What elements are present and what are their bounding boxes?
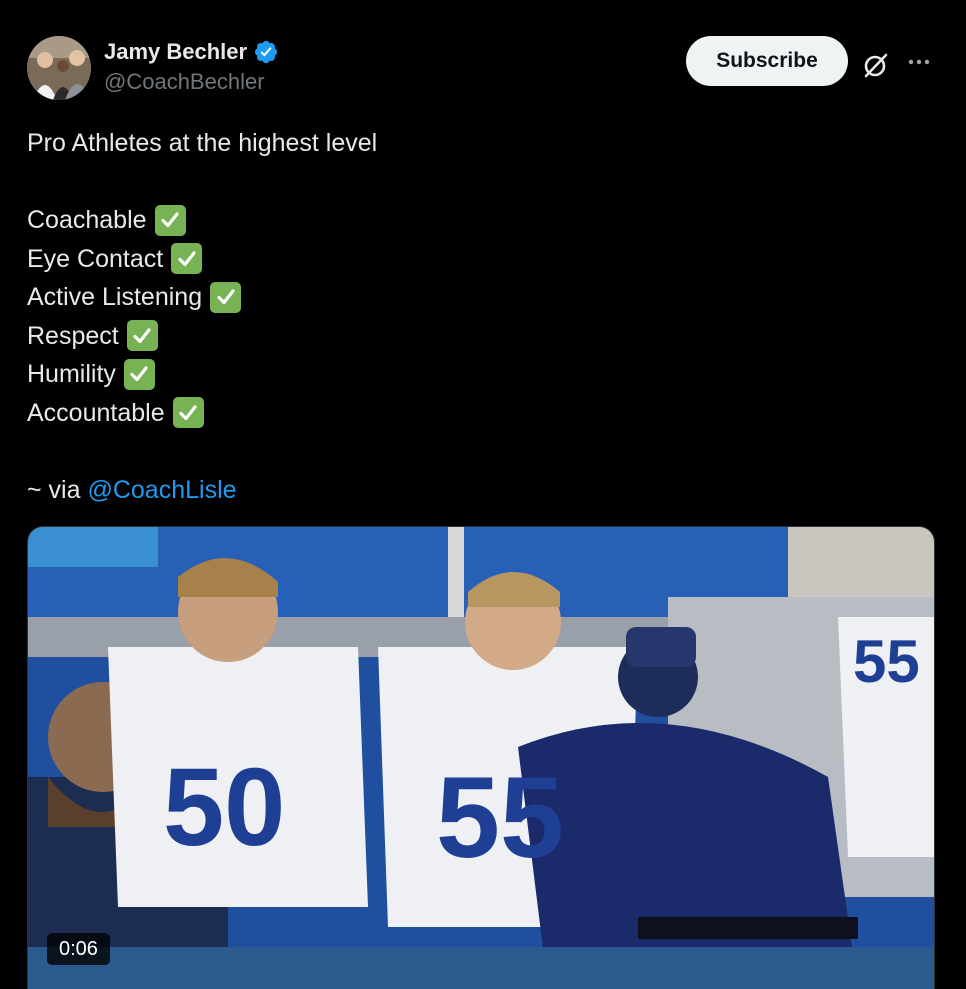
list-item-label: Humility [27,360,116,388]
list-item-label: Active Listening [27,283,203,311]
list-item: Active Listening [27,278,377,317]
check-box-icon [210,281,242,313]
check-box-icon [126,320,158,352]
avatar-photo [27,36,91,100]
check-box-icon [171,243,203,275]
author-name-row[interactable]: Jamy Bechler [104,36,279,68]
tweet-intro: Pro Athletes at the highest level [27,129,378,157]
author-handle[interactable]: @CoachBechler [104,69,265,95]
more-icon[interactable] [903,46,935,78]
list-item-label: Eye Contact [27,244,164,273]
via-mention-link[interactable]: @CoachLisle [87,471,236,510]
list-item-label: Coachable [27,206,147,234]
via-line: ~ via @CoachLisle [27,471,377,510]
list-item: Humility [27,355,377,394]
subscribe-button[interactable]: Subscribe [686,36,848,86]
list-item-label: Accountable [27,398,165,427]
list-item-label: Respect [27,321,119,350]
video-duration-badge: 0:06 [47,933,110,965]
list-item: Respect [27,317,377,356]
via-prefix: ~ via [27,475,81,504]
jersey-number: 55 [436,754,564,882]
list-item: Eye Contact [27,240,377,279]
list-item: Coachable [27,201,377,240]
jersey-number: 55 [853,628,920,695]
grok-icon[interactable] [860,49,892,81]
list-item: Accountable [27,394,377,433]
check-box-icon [172,397,204,429]
video-player[interactable]: 50 55 55 [27,526,935,989]
author-name[interactable]: Jamy Bechler [104,39,247,65]
avatar[interactable] [27,36,91,100]
check-box-icon [123,358,155,390]
check-box-icon [154,204,186,236]
video-thumbnail: 50 55 55 [28,527,934,989]
tweet-text: Pro Athletes at the highest level Coacha… [27,124,377,509]
jersey-number: 50 [163,746,285,869]
verified-badge-icon [254,40,278,64]
